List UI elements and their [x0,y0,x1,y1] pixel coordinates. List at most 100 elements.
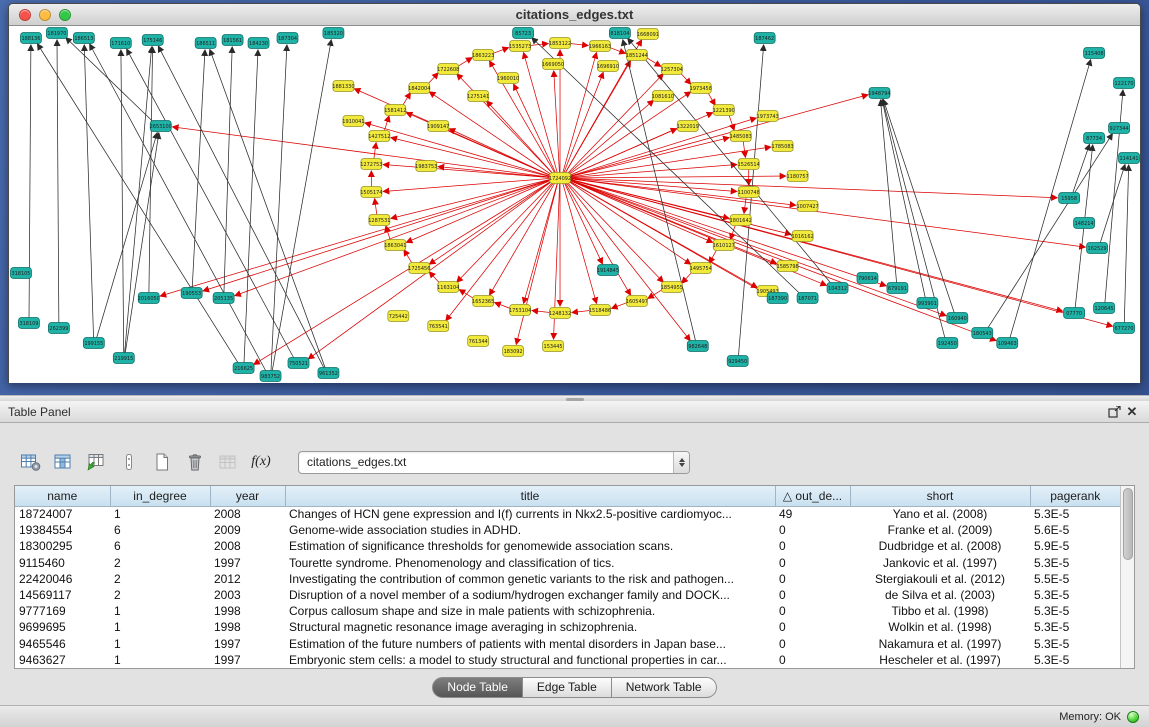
table-row[interactable]: 2242004622012Investigating the contribut… [15,571,1120,587]
show-columns-button[interactable] [49,449,77,475]
cell-title[interactable]: Embryonic stem cells: a model to study s… [285,652,775,668]
cell-out_degree[interactable]: 0 [775,636,850,652]
cell-year[interactable]: 2003 [210,587,285,603]
network-canvas[interactable]: 1724092185312219661631851244125730419734… [9,26,1140,383]
network-window-titlebar[interactable]: citations_edges.txt [9,4,1140,26]
graph-node[interactable]: 993901 [917,298,938,309]
graph-node[interactable]: 1427512 [368,131,390,142]
cell-name[interactable]: 9777169 [15,603,110,619]
cell-title[interactable]: Genome-wide association studies in ADHD. [285,522,775,538]
graph-node[interactable]: 679191 [887,283,908,294]
graph-node[interactable]: 1910041 [342,116,364,127]
table-row[interactable]: 946362711997Embryonic stem cells: a mode… [15,652,1120,668]
graph-node[interactable]: 1652365 [472,296,494,307]
graph-edge[interactable] [192,50,205,288]
cell-year[interactable]: 1998 [210,603,285,619]
graph-edge[interactable] [271,45,287,371]
graph-edge[interactable] [564,72,604,173]
graph-node[interactable]: 216625 [233,363,254,374]
cell-short[interactable]: Hescheler et al. (1997) [850,652,1030,668]
graph-edge[interactable] [514,84,556,173]
close-button[interactable] [19,9,31,21]
cell-pagerank[interactable]: 5.3E-5 [1030,555,1120,571]
graph-edge[interactable] [84,45,93,338]
cell-name[interactable]: 9115460 [15,555,110,571]
graph-node[interactable]: 1724092 [549,173,571,184]
graph-node[interactable]: 1535273 [509,41,531,52]
graph-edge[interactable] [375,199,377,215]
cell-out_degree[interactable]: 0 [775,587,850,603]
cell-title[interactable]: Changes of HCN gene expression and I(f) … [285,506,775,522]
graph-node[interactable]: 1753104 [509,305,531,316]
cell-name[interactable]: 9465546 [15,636,110,652]
graph-node[interactable]: 183092 [503,346,524,357]
network-selector[interactable]: citations_edges.txt [298,451,690,474]
cell-pagerank[interactable]: 5.3E-5 [1030,619,1120,635]
column-header-short[interactable]: short [850,486,1030,506]
graph-edge[interactable] [569,165,737,178]
graph-node[interactable]: 1248132 [549,308,571,319]
cell-in_degree[interactable]: 1 [110,636,210,652]
graph-edge[interactable] [90,44,267,371]
cell-year[interactable]: 1997 [210,555,285,571]
cell-short[interactable]: Nakamura et al. (1997) [850,636,1030,652]
cell-name[interactable]: 18724007 [15,506,110,522]
graph-node[interactable]: 1960010 [497,73,519,84]
graph-edge[interactable] [457,74,554,175]
graph-edge[interactable] [492,48,509,54]
graph-node[interactable]: 187071 [797,293,818,304]
graph-edge[interactable] [125,47,152,353]
cell-year[interactable]: 1997 [210,652,285,668]
zoom-button[interactable] [59,9,71,21]
graph-edge[interactable] [125,133,159,353]
graph-edge[interactable] [569,179,1113,326]
cell-in_degree[interactable]: 2 [110,555,210,571]
graph-edge[interactable] [429,92,552,176]
cell-year[interactable]: 1997 [210,636,285,652]
graph-node[interactable]: 1221390 [713,105,735,116]
tab-edge-table[interactable]: Edge Table [523,677,612,698]
graph-node[interactable]: 187390 [767,293,788,304]
graph-node[interactable]: 1842004 [408,83,430,94]
cell-pagerank[interactable]: 5.3E-5 [1030,636,1120,652]
graph-edge[interactable] [524,53,558,174]
cell-out_degree[interactable]: 0 [775,652,850,668]
graph-node[interactable]: 1081610 [652,91,674,102]
graph-node[interactable]: 160940 [947,313,968,324]
table-row[interactable]: 977716911998Corpus callosum shape and si… [15,603,1120,619]
graph-node[interactable]: 175146 [142,35,163,46]
graph-node[interactable]: 192450 [937,338,958,349]
graph-node[interactable]: 87734 [1084,133,1105,144]
graph-node[interactable]: 750521 [288,358,309,369]
graph-node[interactable]: 1973743 [757,111,779,122]
graph-node[interactable]: 181970 [46,28,67,39]
graph-node[interactable]: 1518486 [589,305,611,316]
graph-edge[interactable] [272,40,331,371]
graph-edge[interactable] [569,178,1057,198]
float-panel-icon[interactable] [1105,404,1123,420]
cell-pagerank[interactable]: 5.9E-5 [1030,538,1120,554]
graph-node[interactable]: 1725456 [408,263,430,274]
graph-node[interactable]: 983752 [260,371,281,382]
cell-in_degree[interactable]: 2 [110,571,210,587]
graph-edge[interactable] [569,43,588,45]
graph-node[interactable]: 1914845 [597,265,619,276]
cell-pagerank[interactable]: 5.3E-5 [1030,652,1120,668]
cell-out_degree[interactable]: 0 [775,522,850,538]
graph-edge[interactable] [532,38,801,295]
graph-node[interactable]: 185320 [323,28,344,39]
graph-node[interactable]: 262399 [48,323,69,334]
graph-node[interactable]: 318109 [18,318,39,329]
graph-edge[interactable] [97,133,158,339]
graph-node[interactable]: 1163104 [437,282,459,293]
graph-edge[interactable] [57,40,59,323]
column-header-out_degree[interactable]: △ out_de... [775,486,850,506]
graph-node[interactable]: 1585798 [777,261,799,272]
graph-node[interactable]: 677270 [1114,323,1135,334]
graph-node[interactable]: 188136 [20,33,41,44]
cell-name[interactable]: 9463627 [15,652,110,668]
graph-node[interactable]: 1863041 [384,240,406,251]
column-header-title[interactable]: title [285,486,775,506]
graph-node[interactable]: 114141 [1119,153,1140,164]
graph-node[interactable]: 1610127 [713,240,735,251]
